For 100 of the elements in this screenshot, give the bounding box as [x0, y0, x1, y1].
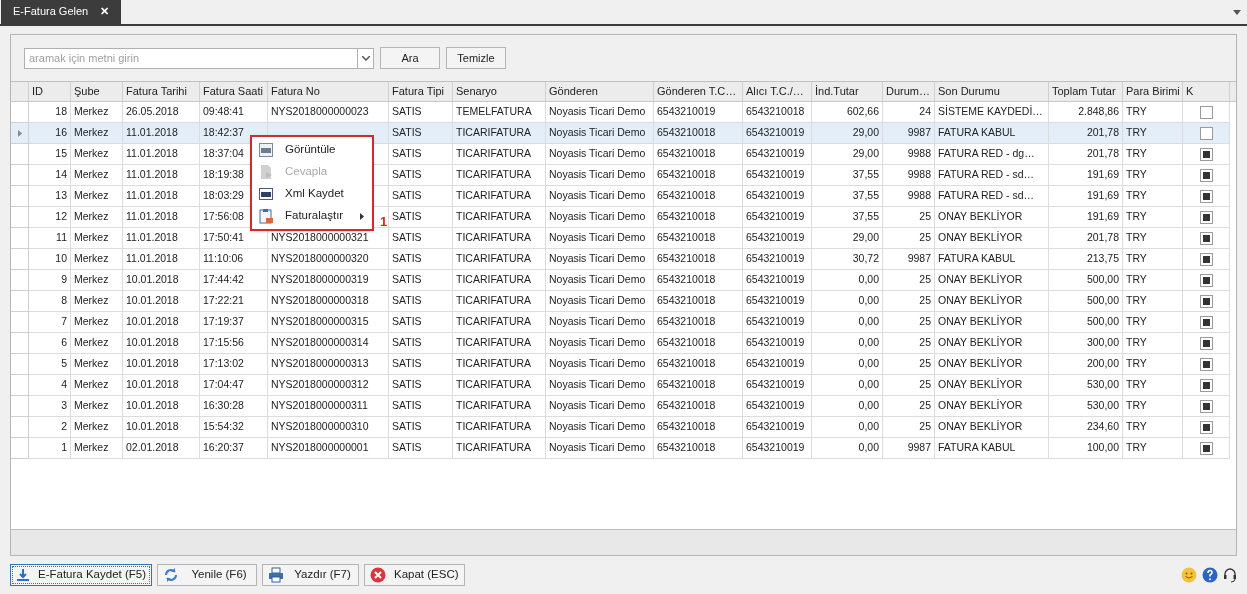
dropdown-arrow-icon[interactable] [1233, 10, 1241, 15]
column-header[interactable]: Toplam Tutar [1049, 82, 1123, 101]
checkbox[interactable] [1199, 105, 1213, 119]
column-header[interactable]: Gönderen [546, 82, 654, 101]
table-cell: 0,00 [812, 375, 883, 396]
table-cell: Noyasis Ticari Demo [546, 417, 654, 438]
column-header[interactable]: ID [29, 82, 71, 101]
table-cell: 29,00 [812, 228, 883, 249]
table-cell: 0,00 [812, 312, 883, 333]
table-cell: 9988 [883, 144, 935, 165]
column-header[interactable]: Gönderen T.C… [654, 82, 743, 101]
table-cell: ONAY BEKLİYOR [935, 333, 1049, 354]
table-cell: 530,00 [1049, 396, 1123, 417]
search-button[interactable]: Ara [380, 47, 440, 69]
checkbox[interactable] [1199, 189, 1213, 203]
table-cell: 191,69 [1049, 207, 1123, 228]
table-cell: TICARIFATURA [453, 249, 546, 270]
column-header[interactable]: Senaryo [453, 82, 546, 101]
checkbox[interactable] [1199, 420, 1213, 434]
close-tab-icon[interactable]: ✕ [100, 3, 110, 20]
table-cell: TRY [1123, 228, 1183, 249]
table-cell: Noyasis Ticari Demo [546, 333, 654, 354]
table-cell: Merkez [71, 270, 123, 291]
checkbox[interactable] [1199, 147, 1213, 161]
table-cell: 29,00 [812, 123, 883, 144]
headset-icon[interactable] [1223, 567, 1237, 583]
checkbox[interactable] [1199, 399, 1213, 413]
table-cell: 11.01.2018 [123, 207, 200, 228]
table-cell: Noyasis Ticari Demo [546, 270, 654, 291]
column-header[interactable]: Fatura Tarihi [123, 82, 200, 101]
table-cell: TRY [1123, 249, 1183, 270]
checkbox[interactable] [1199, 357, 1213, 371]
table-cell: TICARIFATURA [453, 270, 546, 291]
table-cell: 25 [883, 375, 935, 396]
column-header[interactable]: Alıcı T.C./… [743, 82, 812, 101]
checkbox[interactable] [1199, 231, 1213, 245]
table-cell: NYS2018000000311 [268, 396, 389, 417]
table-cell: 7 [29, 312, 71, 333]
table-cell: 24 [883, 102, 935, 123]
column-header[interactable]: İnd.Tutar [812, 82, 883, 101]
table-cell: NYS2018000000001 [268, 438, 389, 459]
column-header[interactable]: Fatura No [268, 82, 389, 101]
column-header[interactable]: Durum… [883, 82, 935, 101]
checkbox[interactable] [1199, 252, 1213, 266]
table-cell: ONAY BEKLİYOR [935, 228, 1049, 249]
table-cell: 25 [883, 417, 935, 438]
row-indicator[interactable] [11, 123, 29, 144]
table-cell: 11.01.2018 [123, 249, 200, 270]
table-cell: Noyasis Ticari Demo [546, 144, 654, 165]
table-cell: Noyasis Ticari Demo [546, 186, 654, 207]
column-header[interactable]: Fatura Tipi [389, 82, 453, 101]
table-cell: 11:10:06 [200, 249, 268, 270]
table-cell: 25 [883, 312, 935, 333]
column-header[interactable]: Son Durumu [935, 82, 1049, 101]
table-cell: NYS2018000000318 [268, 291, 389, 312]
footer-button[interactable]: Kapat (ESC) [364, 564, 465, 586]
checkbox[interactable] [1199, 210, 1213, 224]
table-cell: SATIS [389, 228, 453, 249]
refresh-icon [163, 567, 179, 583]
table-cell: 17:15:56 [200, 333, 268, 354]
table-cell: 0,00 [812, 270, 883, 291]
table-cell: NYS2018000000313 [268, 354, 389, 375]
help-icon[interactable] [1202, 567, 1218, 583]
clear-button[interactable]: Temizle [446, 47, 506, 69]
footer-button[interactable]: Yazdır (F7) [262, 564, 359, 586]
table-cell: TICARIFATURA [453, 123, 546, 144]
document-arrow-icon [258, 164, 274, 180]
table-cell: TRY [1123, 354, 1183, 375]
checkbox[interactable] [1199, 441, 1213, 455]
checkbox[interactable] [1199, 315, 1213, 329]
dropdown-button[interactable] [358, 47, 374, 69]
table-cell: 0,00 [812, 396, 883, 417]
pdf-file-icon [258, 142, 274, 158]
table-cell: 25 [883, 270, 935, 291]
table-cell: Merkez [71, 123, 123, 144]
table-cell: 11.01.2018 [123, 228, 200, 249]
footer-button[interactable]: Yenile (F6) [157, 564, 257, 586]
checkbox[interactable] [1199, 378, 1213, 392]
table-cell: TRY [1123, 417, 1183, 438]
smiley-icon[interactable] [1181, 567, 1197, 583]
table-cell: 37,55 [812, 186, 883, 207]
column-header[interactable]: Para Birimi [1123, 82, 1183, 101]
checkbox[interactable] [1199, 336, 1213, 350]
table-cell: SATIS [389, 270, 453, 291]
checkbox[interactable] [1199, 168, 1213, 182]
checkbox[interactable] [1199, 294, 1213, 308]
table-cell: 10.01.2018 [123, 333, 200, 354]
column-header[interactable]: Fatura Saati [200, 82, 268, 101]
column-header[interactable]: K [1183, 82, 1230, 101]
checkbox[interactable] [1199, 273, 1213, 287]
close-icon [370, 567, 386, 583]
checkbox[interactable] [1199, 126, 1213, 140]
footer-button[interactable]: E-Fatura Kaydet (F5) [10, 564, 152, 586]
tab[interactable]: E-Fatura Gelen ✕ [1, 0, 122, 24]
table-cell: NYS2018000000023 [268, 102, 389, 123]
table-cell: 3 [29, 396, 71, 417]
table-cell: 25 [883, 354, 935, 375]
column-header[interactable]: Şube [71, 82, 123, 101]
search-field[interactable]: aramak için metni girin [24, 47, 358, 69]
clipboard-icon [258, 208, 274, 224]
